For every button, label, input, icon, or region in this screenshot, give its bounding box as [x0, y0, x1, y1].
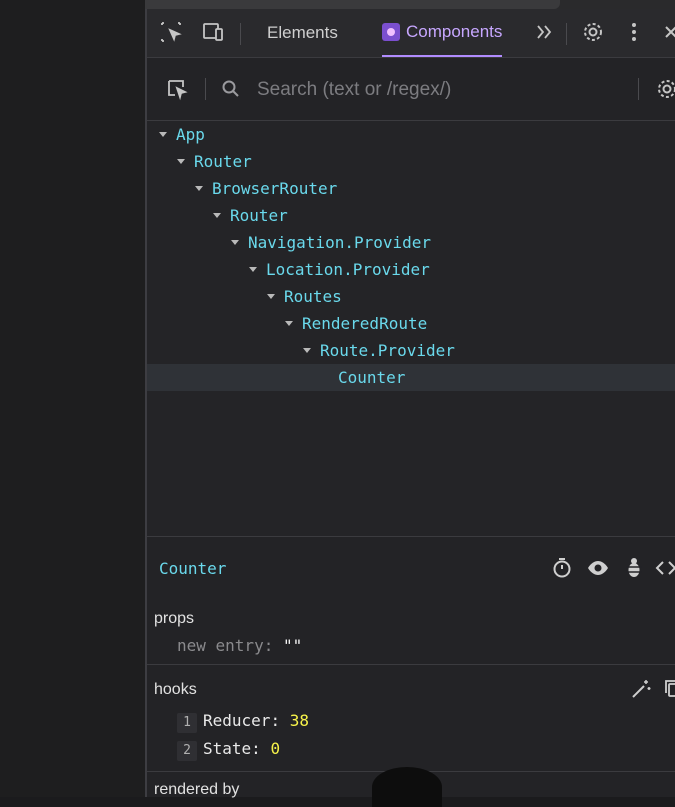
kebab-menu-icon[interactable] [620, 18, 648, 46]
tree-row-label: Router [194, 152, 252, 171]
copy-icon[interactable] [659, 675, 675, 703]
react-icon [382, 23, 400, 41]
expand-triangle-icon[interactable] [177, 159, 185, 164]
selected-component-header: Counter [147, 536, 675, 599]
tree-row-label: RenderedRoute [302, 314, 428, 333]
hook-name: Reducer [203, 711, 271, 730]
tree-row-route-provider[interactable]: Route.Provider [147, 337, 675, 364]
more-tabs-chevron-icon[interactable] [531, 18, 559, 46]
tree-row-counter[interactable]: Counter [147, 364, 675, 391]
component-search-bar [147, 58, 675, 121]
hook-colon: : [251, 739, 271, 758]
hook-name: State [203, 739, 252, 758]
tree-row-routes[interactable]: Routes [147, 283, 675, 310]
page-viewport [0, 0, 145, 797]
hook-index: 2 [177, 741, 197, 761]
hook-value: 38 [289, 711, 309, 730]
view-source-icon[interactable] [653, 555, 675, 581]
expand-triangle-icon[interactable] [159, 132, 167, 137]
prop-key: new entry [177, 636, 264, 655]
timer-icon[interactable] [549, 555, 575, 581]
close-icon[interactable] [657, 18, 675, 46]
prop-row[interactable]: new entry: "" [177, 636, 302, 655]
tab-elements[interactable]: Elements [267, 9, 338, 57]
gear-icon[interactable] [579, 18, 607, 46]
hook-value: 0 [270, 739, 281, 758]
tree-row-label: Location.Provider [266, 260, 430, 279]
tree-row-navigation-provider[interactable]: Navigation.Provider [147, 229, 675, 256]
expand-triangle-icon[interactable] [195, 186, 203, 191]
tree-row-label: Router [230, 206, 288, 225]
hook-row[interactable]: 2 State: 0 [177, 739, 280, 761]
hook-colon: : [270, 711, 290, 730]
expand-triangle-icon[interactable] [303, 348, 311, 353]
tree-row-router[interactable]: Router [147, 202, 675, 229]
tree-row-label: Route.Provider [320, 341, 455, 360]
tab-components[interactable]: Components [382, 9, 503, 57]
settings-gear-icon[interactable] [653, 75, 675, 103]
tree-row-location-provider[interactable]: Location.Provider [147, 256, 675, 283]
tabbar-separator [566, 23, 567, 45]
tree-row-app[interactable]: App [147, 121, 675, 148]
tree-row-label: BrowserRouter [212, 179, 338, 198]
tree-row-label: Routes [284, 287, 342, 306]
select-component-icon[interactable] [163, 75, 191, 103]
device-toggle-icon[interactable] [199, 18, 227, 46]
search-separator [205, 78, 206, 100]
tree-row-label: App [176, 125, 205, 144]
rendered-by-title: rendered by [154, 781, 240, 798]
tree-row-browserrouter[interactable]: BrowserRouter [147, 175, 675, 202]
hook-index: 1 [177, 713, 197, 733]
devtools-tabbar: Elements Components [147, 9, 675, 58]
expand-triangle-icon[interactable] [249, 267, 257, 272]
prop-colon: : [263, 636, 283, 655]
search-icon [217, 75, 245, 103]
props-section: props new entry: "" [147, 598, 675, 665]
tab-elements-label: Elements [267, 23, 338, 42]
bug-icon[interactable] [621, 555, 647, 581]
search-input[interactable] [255, 74, 619, 106]
selected-component-name: Counter [159, 559, 227, 578]
expand-triangle-icon[interactable] [231, 240, 239, 245]
component-tree: App Router BrowserRouter Router Navigation.P… [147, 121, 675, 391]
tree-row-label: Counter [338, 368, 406, 387]
hooks-title: hooks [154, 681, 197, 698]
tabbar-separator [240, 23, 241, 45]
hooks-section: hooks 1 Reducer: 38 2 State: 0 [147, 665, 675, 772]
eye-icon[interactable] [585, 555, 611, 581]
search-separator [638, 78, 639, 100]
devtools-panel: Elements Components AppRo [145, 9, 675, 798]
tree-row-label: Navigation.Provider [248, 233, 432, 252]
webcam-avatar [372, 767, 442, 807]
tab-components-label: Components [406, 22, 503, 41]
props-title: props [154, 610, 195, 627]
expand-triangle-icon[interactable] [267, 294, 275, 299]
tree-row-renderedroute[interactable]: RenderedRoute [147, 310, 675, 337]
expand-triangle-icon[interactable] [285, 321, 293, 326]
hook-row[interactable]: 1 Reducer: 38 [177, 711, 309, 733]
expand-triangle-icon[interactable] [213, 213, 221, 218]
inspect-element-icon[interactable] [157, 18, 185, 46]
prop-value: "" [282, 636, 303, 655]
tree-row-router[interactable]: Router [147, 148, 675, 175]
magic-wand-icon[interactable] [627, 675, 655, 703]
